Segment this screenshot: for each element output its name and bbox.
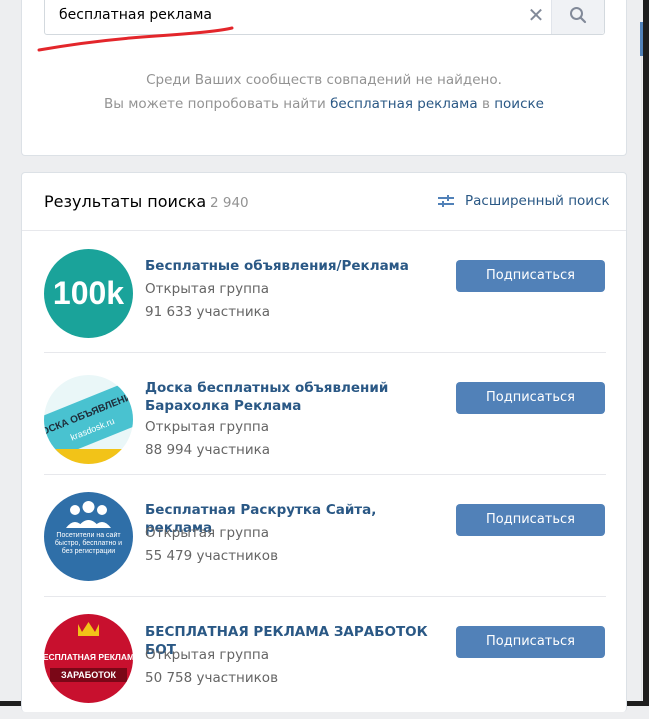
group-avatar-board[interactable]: ДОСКА ОБЪЯВЛЕНИЙ krasdosk.ru (44, 375, 133, 464)
group-avatar-visitors[interactable]: Посетители на сайт быстро, бесплатно и б… (44, 492, 133, 581)
svg-text:ЗАРАБОТОК: ЗАРАБОТОК (61, 670, 117, 680)
search-button[interactable] (551, 0, 604, 34)
global-search-link[interactable]: поиске (494, 96, 544, 112)
suggestion-query-link[interactable]: бесплатная реклама (330, 96, 478, 112)
group-members: 55 479 участников (145, 548, 279, 564)
results-count: 2 940 (210, 195, 249, 211)
search-card: ✕ Среди Ваших сообществ совпадений не на… (21, 0, 627, 156)
group-type: Открытая группа (145, 647, 269, 663)
svg-text:100k: 100k (53, 275, 124, 311)
window-frame-right (643, 0, 649, 706)
group-members: 91 633 участника (145, 304, 271, 320)
group-avatar-ad-earnings[interactable]: БЕСПЛАТНАЯ РЕКЛАМА ЗАРАБОТОК (44, 614, 133, 703)
advanced-search-button[interactable]: Расширенный поиск (437, 193, 610, 209)
group-members: 88 994 участника (145, 442, 271, 458)
suggestion-middle: в (481, 96, 490, 112)
group-avatar-100k[interactable]: 100k (44, 249, 133, 338)
scrollbar-track[interactable] (641, 56, 642, 701)
group-row: БЕСПЛАТНАЯ РЕКЛАМА ЗАРАБОТОК БЕСПЛАТНАЯ … (44, 597, 606, 719)
group-name-link[interactable]: Доска бесплатных объявлений Барахолка Ре… (145, 379, 440, 415)
red-underline-annotation (37, 26, 234, 52)
group-row: ДОСКА ОБЪЯВЛЕНИЙ krasdosk.ru Доска беспл… (44, 353, 606, 475)
subscribe-button[interactable]: Подписаться (456, 626, 605, 658)
svg-text:БЕСПЛАТНАЯ РЕКЛАМА: БЕСПЛАТНАЯ РЕКЛАМА (44, 652, 133, 662)
results-header: Результаты поиска 2 940 Расширенный поис… (22, 173, 626, 231)
group-row: Посетители на сайт быстро, бесплатно и б… (44, 475, 606, 597)
filter-sliders-icon (438, 195, 454, 207)
search-suggestion: Вы можете попробовать найти бесплатная р… (22, 96, 626, 112)
subscribe-button[interactable]: Подписаться (456, 504, 605, 536)
not-found-message: Среди Ваших сообществ совпадений не найд… (146, 72, 502, 88)
group-name-link[interactable]: Бесплатные объявления/Реклама (145, 257, 440, 275)
group-type: Открытая группа (145, 525, 269, 541)
advanced-search-label: Расширенный поиск (465, 193, 610, 209)
suggestion-prefix: Вы можете попробовать найти (104, 96, 326, 112)
results-card: Результаты поиска 2 940 Расширенный поис… (21, 172, 627, 712)
group-type: Открытая группа (145, 281, 269, 297)
results-title: Результаты поиска (44, 192, 207, 211)
subscribe-button[interactable]: Подписаться (456, 382, 605, 414)
group-type: Открытая группа (145, 419, 269, 435)
clear-search-icon[interactable]: ✕ (526, 4, 546, 26)
search-icon (570, 6, 587, 23)
group-members: 50 758 участников (145, 670, 279, 686)
subscribe-button[interactable]: Подписаться (456, 260, 605, 292)
group-row: 100k Бесплатные объявления/Реклама Откры… (44, 231, 606, 353)
